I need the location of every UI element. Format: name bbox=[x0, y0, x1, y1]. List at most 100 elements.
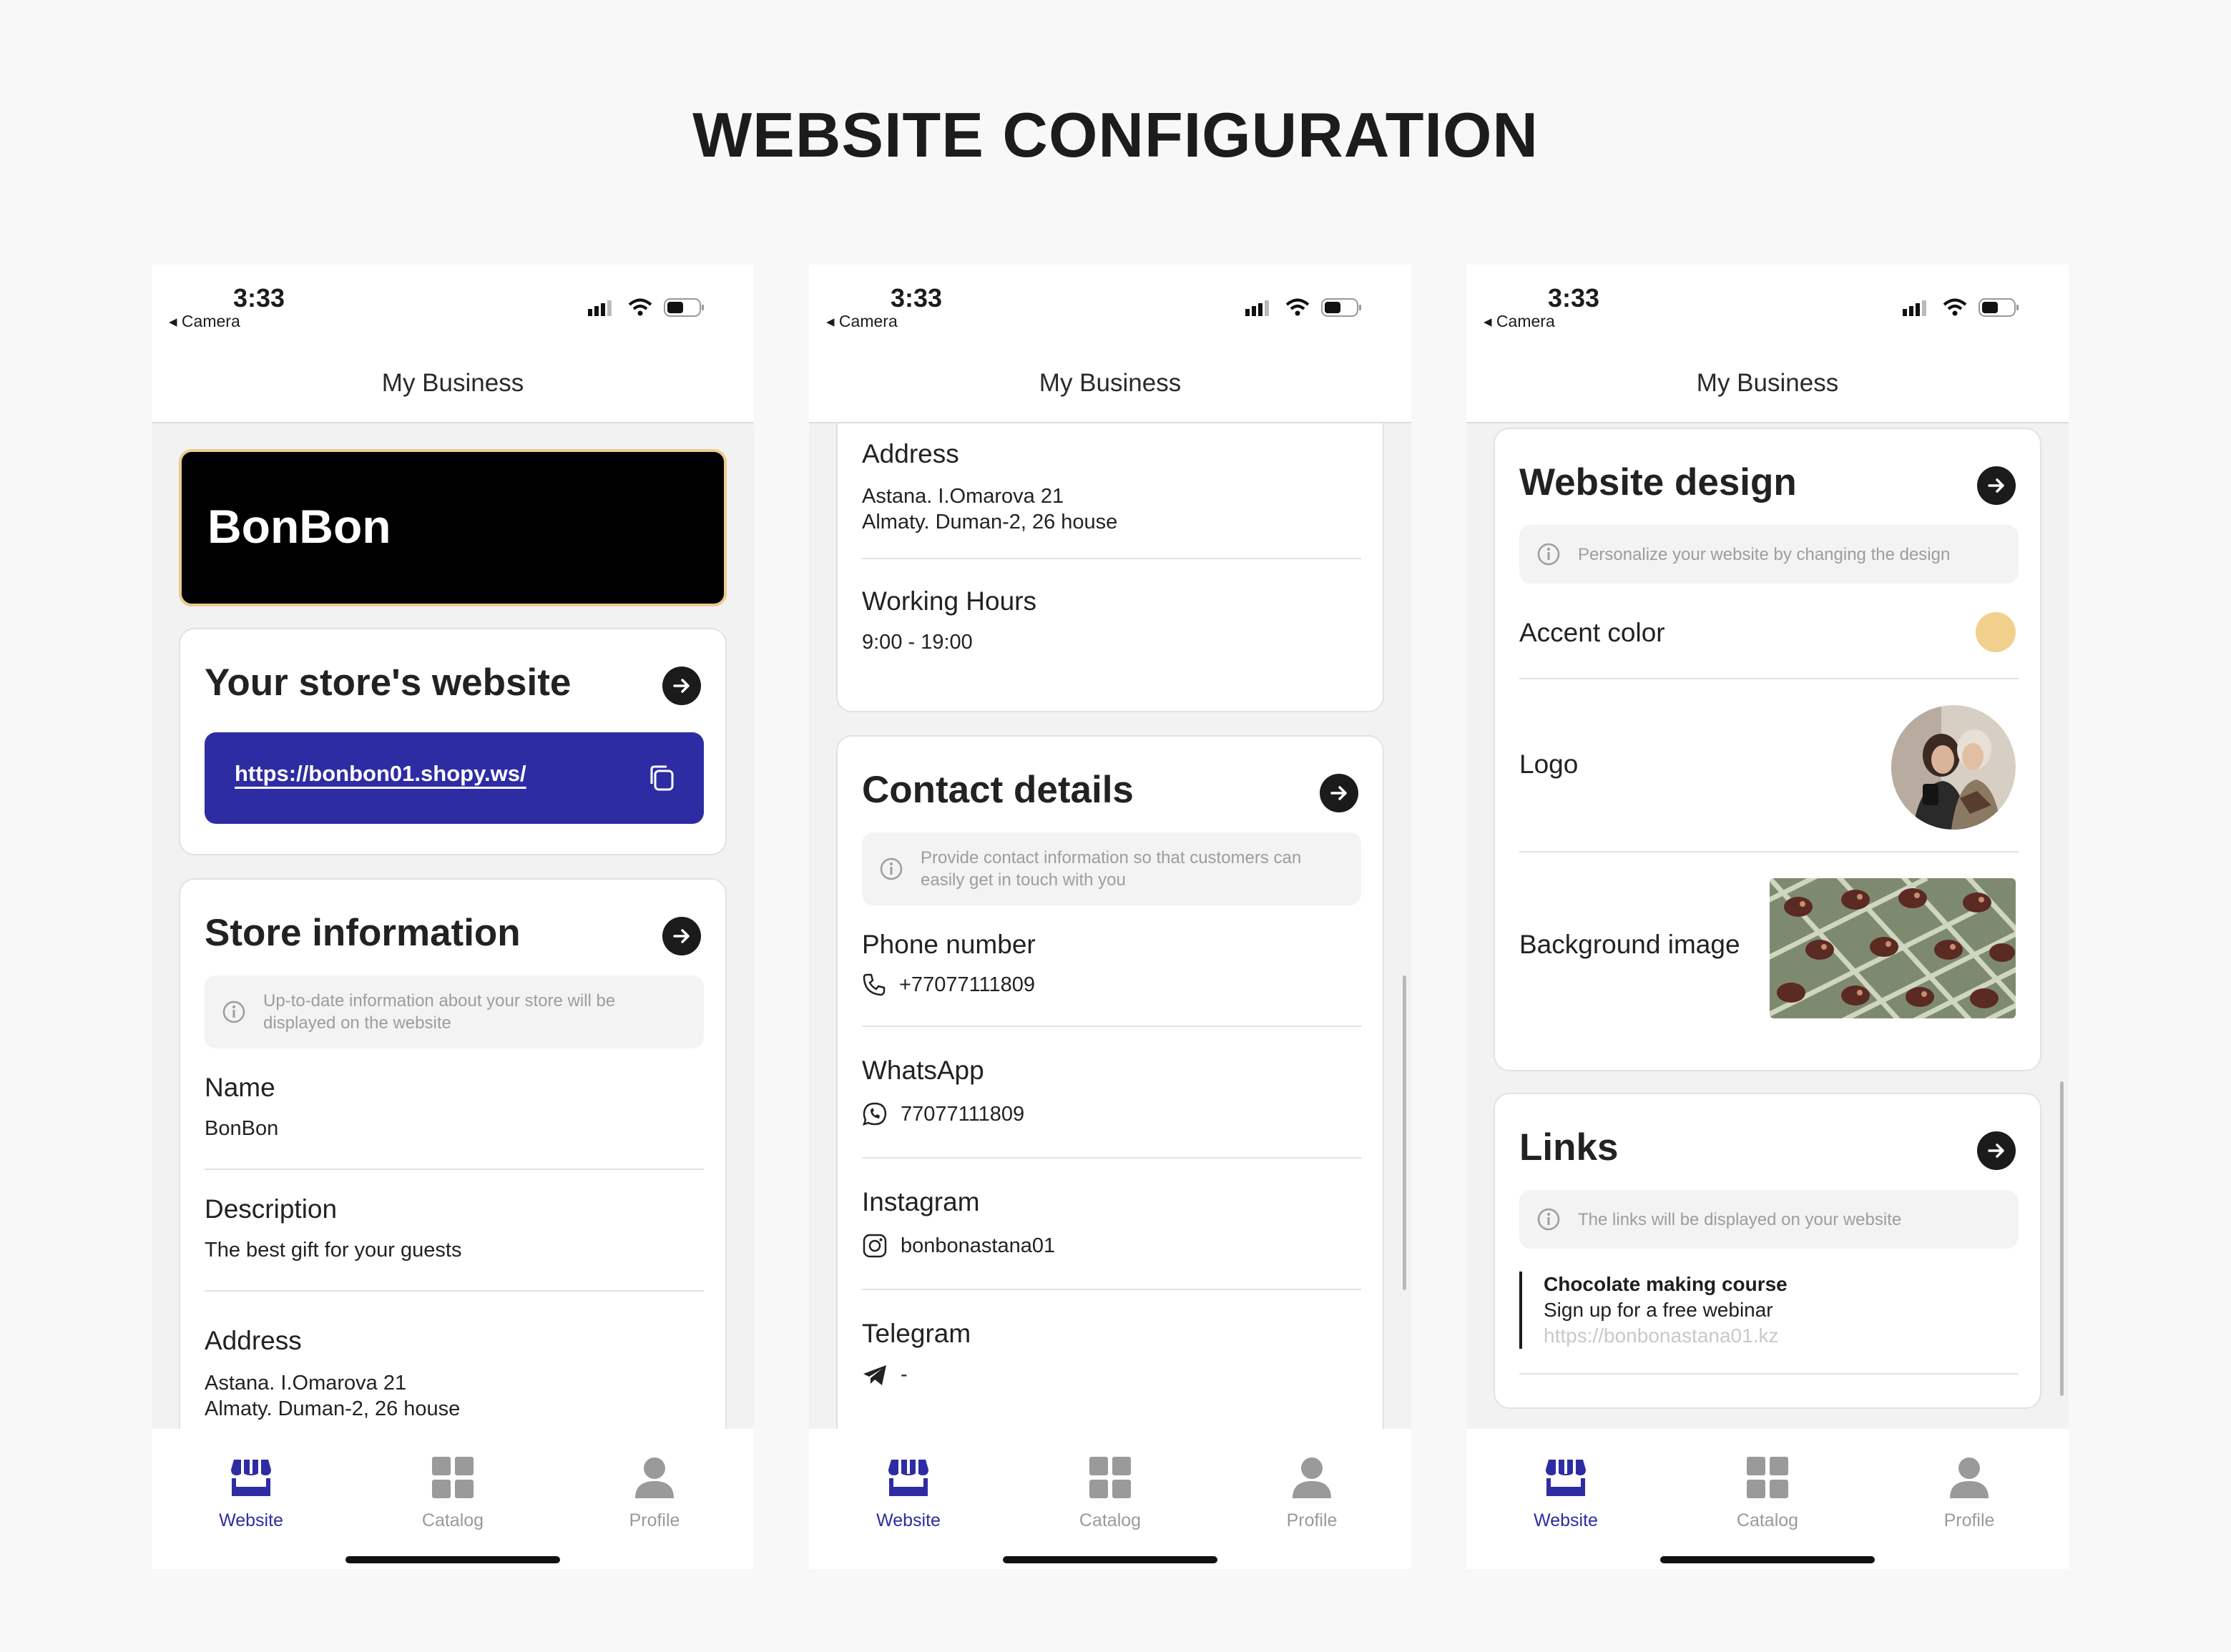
tab-catalog-label: Catalog bbox=[421, 1510, 484, 1530]
address-line-1: Astana. I.Omarova 21 bbox=[862, 485, 1064, 508]
logo-photo bbox=[1891, 705, 2016, 830]
store-info-hint-text: Up-to-date information about your store … bbox=[263, 991, 616, 1033]
background-image[interactable] bbox=[1770, 878, 2016, 1018]
divider bbox=[862, 558, 1361, 559]
user-icon bbox=[1950, 1457, 1989, 1498]
phone-screen-2: 3:33 ◂ Camera My Business Address Astana… bbox=[809, 265, 1411, 1569]
website-url-button[interactable]: https://bonbon01.shopy.ws/ bbox=[205, 732, 704, 824]
tab-website-label: Website bbox=[1534, 1510, 1598, 1530]
tab-catalog[interactable]: Catalog bbox=[1046, 1455, 1175, 1531]
telegram-value: - bbox=[901, 1363, 908, 1386]
status-bar: 3:33 ◂ Camera bbox=[152, 265, 754, 343]
tab-catalog[interactable]: Catalog bbox=[1703, 1455, 1832, 1531]
name-label: Name bbox=[205, 1073, 275, 1102]
tab-profile[interactable]: Profile bbox=[1247, 1455, 1376, 1531]
tab-website[interactable]: Website bbox=[844, 1455, 973, 1531]
tab-profile[interactable]: Profile bbox=[590, 1455, 719, 1531]
wifi-icon bbox=[1285, 298, 1310, 316]
scroll-content[interactable]: Website design Personalize your website … bbox=[1466, 423, 2069, 1429]
telegram-row: - bbox=[862, 1363, 908, 1387]
links-arrow-button[interactable] bbox=[1977, 1131, 2016, 1170]
wifi-icon bbox=[628, 298, 652, 316]
tab-catalog-label: Catalog bbox=[1079, 1510, 1142, 1530]
tab-catalog[interactable]: Catalog bbox=[388, 1455, 517, 1531]
store-info-hint: Up-to-date information about your store … bbox=[205, 975, 704, 1048]
scrollbar[interactable] bbox=[2060, 1081, 2064, 1396]
links-title: Links bbox=[1519, 1126, 1619, 1169]
website-url[interactable]: https://bonbon01.shopy.ws/ bbox=[235, 761, 526, 787]
home-indicator[interactable] bbox=[345, 1556, 560, 1563]
instagram-value: bonbonastana01 bbox=[901, 1234, 1056, 1257]
signal-icon bbox=[1245, 300, 1269, 316]
link-item[interactable]: Chocolate making course Sign up for a fr… bbox=[1519, 1272, 2019, 1349]
instagram-row: bonbonastana01 bbox=[862, 1233, 1055, 1259]
divider bbox=[1519, 851, 2019, 852]
status-icons bbox=[1903, 298, 2020, 318]
store-icon bbox=[1546, 1460, 1586, 1496]
store-info-arrow-button[interactable] bbox=[662, 917, 701, 955]
telegram-label: Telegram bbox=[862, 1319, 971, 1348]
whatsapp-icon bbox=[863, 1102, 887, 1126]
contact-details-title: Contact details bbox=[862, 769, 1134, 811]
tab-website[interactable]: Website bbox=[1501, 1455, 1630, 1531]
status-bar: 3:33 ◂ Camera bbox=[1466, 265, 2069, 343]
working-hours-label: Working Hours bbox=[862, 586, 1037, 616]
back-to-camera[interactable]: ◂ Camera bbox=[169, 312, 240, 331]
status-icons bbox=[588, 298, 705, 318]
divider bbox=[862, 1026, 1361, 1027]
home-indicator[interactable] bbox=[1003, 1556, 1217, 1563]
website-card: Your store's website https://bonbon01.sh… bbox=[179, 628, 727, 855]
store-icon bbox=[231, 1460, 271, 1496]
logo-image[interactable] bbox=[1891, 705, 2016, 830]
website-design-arrow-button[interactable] bbox=[1977, 466, 2016, 505]
phone-value: +77077111809 bbox=[899, 973, 1036, 996]
scroll-content[interactable]: Address Astana. I.Omarova 21 Almaty. Dum… bbox=[809, 423, 1411, 1429]
divider bbox=[1519, 678, 2019, 679]
arrow-right-icon bbox=[1988, 1144, 2004, 1158]
arrow-right-icon bbox=[673, 679, 690, 693]
status-bar: 3:33 ◂ Camera bbox=[809, 265, 1411, 343]
address-line-2: Almaty. Duman-2, 26 house bbox=[862, 511, 1118, 534]
arrow-right-icon bbox=[673, 929, 690, 943]
home-indicator[interactable] bbox=[1660, 1556, 1875, 1563]
status-time: 3:33 bbox=[1548, 283, 1600, 313]
logo-label: Logo bbox=[1519, 749, 1579, 779]
whatsapp-label: WhatsApp bbox=[862, 1056, 984, 1085]
page-title: WEBSITE CONFIGURATION bbox=[692, 99, 1539, 170]
nav-title: My Business bbox=[809, 343, 1411, 423]
background-photo bbox=[1770, 878, 2016, 1018]
contact-details-arrow-button[interactable] bbox=[1320, 774, 1358, 812]
links-hint: The links will be displayed on your webs… bbox=[1519, 1190, 2019, 1249]
design-hint-text: Personalize your website by changing the… bbox=[1578, 544, 1951, 564]
wifi-icon bbox=[1943, 298, 1967, 316]
scrollbar[interactable] bbox=[1403, 975, 1406, 1290]
store-info-card: Store information Up-to-date information… bbox=[179, 878, 727, 1429]
copy-icon[interactable] bbox=[648, 764, 675, 792]
tab-website-label: Website bbox=[219, 1510, 283, 1530]
scroll-content[interactable]: BonBon Your store's website https://bonb… bbox=[152, 423, 754, 1429]
website-design-card: Website design Personalize your website … bbox=[1494, 428, 2041, 1071]
address-label: Address bbox=[862, 439, 959, 468]
divider bbox=[862, 1157, 1361, 1159]
website-card-arrow-button[interactable] bbox=[662, 667, 701, 705]
name-value: BonBon bbox=[205, 1117, 279, 1140]
link-item-url[interactable]: https://bonbonastana01.kz bbox=[1544, 1323, 2019, 1349]
contact-hint-text: Provide contact information so that cust… bbox=[921, 848, 1302, 890]
whatsapp-value: 77077111809 bbox=[901, 1102, 1025, 1126]
tab-bar: Website Catalog Profile bbox=[152, 1429, 754, 1569]
back-to-camera[interactable]: ◂ Camera bbox=[826, 312, 898, 331]
tab-profile[interactable]: Profile bbox=[1905, 1455, 2034, 1531]
info-icon bbox=[222, 1000, 245, 1023]
tab-website[interactable]: Website bbox=[187, 1455, 315, 1531]
links-hint-text: The links will be displayed on your webs… bbox=[1578, 1209, 1902, 1229]
phone-row: +77077111809 bbox=[862, 973, 1035, 997]
instagram-icon bbox=[863, 1234, 887, 1258]
instagram-label: Instagram bbox=[862, 1187, 980, 1216]
accent-color-label: Accent color bbox=[1519, 618, 1665, 647]
store-info-title: Store information bbox=[205, 912, 521, 954]
phone-screen-3: 3:33 ◂ Camera My Business Website design… bbox=[1466, 265, 2069, 1569]
tab-website-label: Website bbox=[876, 1510, 941, 1530]
address-line-2: Almaty. Duman-2, 26 house bbox=[205, 1397, 461, 1420]
back-to-camera[interactable]: ◂ Camera bbox=[1484, 312, 1555, 331]
accent-color-swatch[interactable] bbox=[1976, 612, 2016, 652]
